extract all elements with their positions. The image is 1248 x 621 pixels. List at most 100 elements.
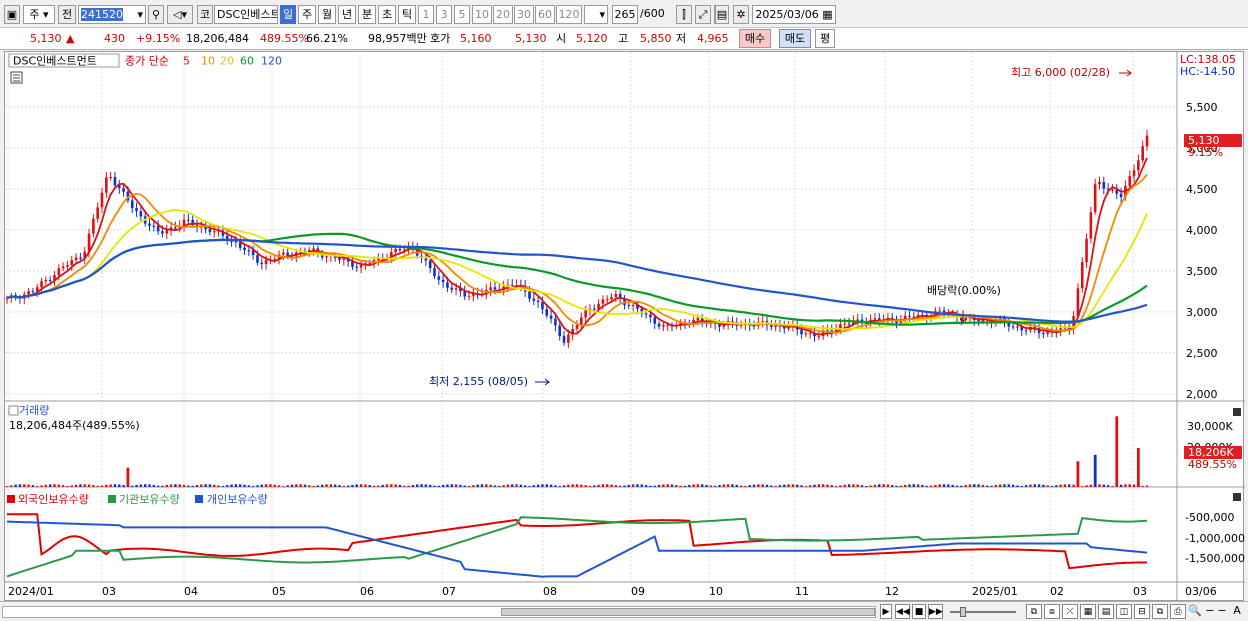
- rewind-icon[interactable]: ◀◀: [895, 604, 910, 619]
- price: 5,130: [30, 32, 62, 45]
- interval-1[interactable]: 1: [418, 5, 434, 24]
- period-month[interactable]: 월: [318, 5, 336, 24]
- sell-button[interactable]: 매도: [779, 29, 811, 48]
- scroll-right-icon[interactable]: ▶: [880, 604, 892, 619]
- window-icon[interactable]: ▣: [4, 5, 20, 24]
- volume-bar: [122, 484, 125, 487]
- interval-30[interactable]: 30: [514, 5, 534, 24]
- candle-body: [489, 287, 492, 291]
- close-icon[interactable]: [1233, 408, 1241, 416]
- volume-bar: [731, 484, 734, 487]
- period-week[interactable]: 주: [298, 5, 316, 24]
- zoom-handle[interactable]: [960, 607, 966, 617]
- chart-area[interactable]: DSC인베스트먼트 종가 단순 5 10 20 60 120 LC:138.05…: [4, 51, 1245, 602]
- period-minute[interactable]: 분: [358, 5, 376, 24]
- scroll-thumb[interactable]: [501, 608, 875, 616]
- volume-bar: [83, 484, 86, 487]
- search-icon[interactable]: ⚲: [148, 5, 164, 24]
- x-tick-label: 09: [631, 585, 645, 598]
- volume-bar: [74, 484, 78, 487]
- interval-10[interactable]: 10: [472, 5, 492, 24]
- code-input[interactable]: 241520 ▾: [78, 5, 146, 24]
- low-value: 4,965: [697, 32, 729, 45]
- volume-bar: [251, 486, 255, 487]
- date-input[interactable]: 2025/03/06 ▦: [752, 5, 836, 24]
- volume-bar: [886, 484, 890, 487]
- interval-20[interactable]: 20: [493, 5, 513, 24]
- holders-lines: [6, 513, 1148, 578]
- type-button[interactable]: 코: [197, 5, 213, 24]
- volume-panel-icon[interactable]: [8, 405, 19, 416]
- candle-body: [463, 291, 467, 297]
- volume-bar: [44, 484, 48, 487]
- close-icon[interactable]: [1233, 493, 1241, 501]
- volume-bar: [791, 484, 795, 487]
- volume-bar: [1128, 484, 1131, 487]
- lock-icon[interactable]: ⊟: [1134, 604, 1150, 619]
- volume-bar: [187, 485, 190, 487]
- candle-body: [592, 308, 596, 310]
- compare-icon[interactable]: ⧈: [1044, 604, 1060, 619]
- period-tick[interactable]: 틱: [398, 5, 416, 24]
- low-annotation: 최저 2,155 (08/05): [429, 375, 528, 388]
- volume-spike-bar: [1076, 461, 1080, 487]
- tool-icon[interactable]: ⤫: [1062, 604, 1078, 619]
- volume-bar: [407, 485, 410, 487]
- holders-legend-individual: 개인보유수량: [207, 493, 268, 506]
- volume-bar: [847, 484, 851, 487]
- volume-bar: [696, 484, 700, 487]
- volume-bar: [113, 484, 117, 487]
- interval-120[interactable]: 120: [556, 5, 582, 24]
- interval-3[interactable]: 3: [436, 5, 452, 24]
- legend-ma120: 120: [261, 55, 282, 68]
- stop-icon[interactable]: ■: [912, 604, 926, 619]
- copy-icon[interactable]: ⧉: [1152, 604, 1168, 619]
- gear-icon[interactable]: ✲: [733, 5, 749, 24]
- volume-bar: [1011, 484, 1015, 487]
- volume-bar: [808, 485, 812, 487]
- interval-60[interactable]: 60: [535, 5, 555, 24]
- period-second[interactable]: 초: [378, 5, 396, 24]
- volume-bar: [169, 484, 173, 487]
- layout-icon[interactable]: ▤: [1098, 604, 1114, 619]
- line-tool-icon[interactable]: ⤢: [695, 5, 711, 24]
- prev-button[interactable]: 전: [58, 5, 76, 24]
- forward-icon[interactable]: ▶▶: [928, 604, 943, 619]
- eval-button[interactable]: 평: [815, 29, 835, 48]
- split-icon[interactable]: ◫: [1116, 604, 1132, 619]
- code-value: 241520: [81, 8, 123, 21]
- print-icon[interactable]: ⎙: [1170, 604, 1186, 619]
- candle-body: [808, 333, 812, 335]
- interval-input[interactable]: ▾: [584, 5, 608, 24]
- period-year[interactable]: 년: [338, 5, 356, 24]
- candle-body: [627, 304, 631, 306]
- zoom-in-icon[interactable]: 🔍: [1188, 604, 1202, 619]
- market-select[interactable]: 주 ▾: [23, 5, 55, 24]
- interval-5[interactable]: 5: [454, 5, 470, 24]
- volume-bar: [428, 484, 432, 487]
- legend-ma5: 5: [183, 55, 190, 68]
- sound-icon[interactable]: ◁▾: [167, 5, 193, 24]
- hoga-1: 5,160: [460, 32, 492, 45]
- volume-bar: [269, 484, 272, 487]
- candle-body: [109, 177, 112, 179]
- save-icon[interactable]: ▤: [715, 5, 729, 24]
- period-day[interactable]: 일: [280, 5, 296, 24]
- scroll-track[interactable]: [2, 606, 876, 618]
- grid-icon[interactable]: ▦: [1080, 604, 1096, 619]
- volume-bar: [351, 484, 354, 487]
- zoom-out-icon[interactable]: −: [1204, 604, 1216, 619]
- candle-body: [873, 318, 877, 320]
- foreign-legend-swatch: [7, 495, 15, 503]
- count-input[interactable]: 265: [612, 5, 638, 24]
- snapshot-icon[interactable]: ⧉: [1026, 604, 1042, 619]
- minus-icon[interactable]: −: [1216, 604, 1228, 619]
- font-size-icon[interactable]: A: [1230, 604, 1244, 619]
- candle-body: [437, 276, 441, 280]
- chart-svg[interactable]: DSC인베스트먼트 종가 단순 5 10 20 60 120 LC:138.05…: [5, 52, 1245, 602]
- volume-bar: [688, 484, 691, 487]
- holders-legend-institution: 기관보유수량: [119, 493, 180, 506]
- low-label: 저: [676, 32, 687, 45]
- candle-icon[interactable]: ⫿: [676, 5, 692, 24]
- buy-button[interactable]: 매수: [739, 29, 771, 48]
